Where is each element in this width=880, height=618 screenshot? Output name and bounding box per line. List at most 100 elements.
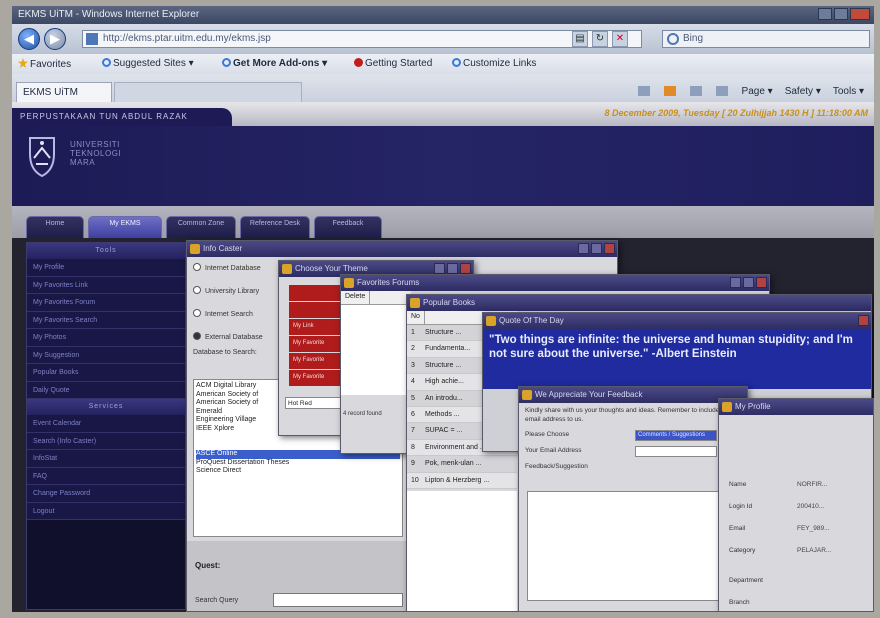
popular-books-titlebar[interactable]: Popular Books — [407, 295, 871, 311]
close-button[interactable] — [850, 8, 870, 20]
theme-button[interactable]: My Link — [289, 319, 347, 335]
profile-label: Branch — [729, 599, 750, 606]
minimize-button[interactable] — [730, 277, 741, 288]
close-button[interactable] — [460, 263, 471, 274]
delete-column[interactable]: Delete — [341, 291, 371, 304]
mail-icon[interactable] — [689, 86, 704, 98]
theme-button[interactable]: My Favorite — [289, 353, 347, 369]
forum-grid-header: Delete — [341, 291, 411, 305]
fav-suggested-sites[interactable]: Suggested Sites ▾ — [102, 58, 194, 69]
refresh-icon[interactable]: ↻ — [592, 31, 608, 47]
tab-ekms[interactable]: EKMS UiTM — [16, 82, 112, 102]
back-button[interactable]: ◀ — [18, 28, 40, 50]
radio-icon[interactable] — [193, 286, 201, 294]
search-input[interactable]: Bing — [662, 30, 870, 48]
radio-icon[interactable] — [193, 309, 201, 317]
radio-selected-icon[interactable] — [193, 332, 201, 340]
new-tab[interactable] — [114, 82, 302, 102]
sidebar-item-infostat[interactable]: InfoStat — [27, 450, 185, 468]
feedback-type-select[interactable]: Comments / Suggestions — [635, 430, 717, 441]
page-header-strip: PERPUSTAKAAN TUN ABDUL RAZAK 8 December … — [12, 102, 874, 126]
getting-started-icon — [354, 58, 363, 67]
window-icon — [344, 278, 354, 288]
no-column[interactable]: No — [407, 311, 425, 324]
feedback-titlebar[interactable]: We Appreciate Your Feedback — [519, 387, 747, 403]
tab-common-zone[interactable]: Common Zone — [166, 216, 236, 238]
tab-bar: EKMS UiTM Page ▾ Safety ▾ Tools ▾ — [12, 74, 874, 102]
profile-value: 200410... — [797, 503, 825, 510]
email-field[interactable] — [635, 446, 717, 457]
maximize-button[interactable] — [591, 243, 602, 254]
sidebar-item-my-profile[interactable]: My Profile — [27, 259, 185, 277]
sidebar-item-daily-quote[interactable]: Daily Quote — [27, 381, 185, 399]
sidebar-item-logout[interactable]: Logout — [27, 502, 185, 520]
stop-icon[interactable]: ✕ — [612, 31, 628, 47]
print-icon[interactable] — [715, 86, 730, 98]
compat-view-icon[interactable]: ▤ — [572, 31, 588, 47]
minimize-button[interactable] — [578, 243, 589, 254]
sidebar-item-favorites-forum[interactable]: My Favorites Forum — [27, 294, 185, 312]
safety-menu[interactable]: Safety ▾ — [785, 86, 821, 98]
page-menu[interactable]: Page ▾ — [742, 86, 773, 98]
sidebar-item-favorites-search[interactable]: My Favorites Search — [27, 311, 185, 329]
tab-reference-desk[interactable]: Reference Desk — [240, 216, 310, 238]
uni-line: TEKNOLOGI — [70, 149, 122, 158]
book-no: 7 — [411, 427, 415, 435]
window-icon — [282, 264, 292, 274]
maximize-button[interactable] — [834, 8, 848, 20]
maximize-button[interactable] — [743, 277, 754, 288]
feeds-icon[interactable] — [663, 86, 678, 98]
theme-button[interactable]: My Favorite — [289, 370, 347, 386]
db-item[interactable]: ProQuest Dissertation Theses — [196, 459, 400, 468]
tab-home[interactable]: Home — [26, 216, 84, 238]
theme-button[interactable] — [289, 285, 347, 301]
ie-icon — [452, 58, 461, 67]
window-title: Info Caster — [203, 244, 243, 253]
theme-select[interactable]: Hot Red — [285, 397, 345, 409]
search-query-input[interactable] — [273, 593, 403, 607]
sidebar-item-my-suggestion[interactable]: My Suggestion — [27, 346, 185, 364]
uni-line: MARA — [70, 158, 96, 167]
close-button[interactable] — [604, 243, 615, 254]
sidebar-item-my-photos[interactable]: My Photos — [27, 329, 185, 347]
maximize-button[interactable] — [447, 263, 458, 274]
close-button[interactable] — [756, 277, 767, 288]
sidebar-item-event-calendar[interactable]: Event Calendar — [27, 415, 185, 433]
favorites-forum-titlebar[interactable]: Favorites Forums — [341, 275, 769, 291]
sidebar-item-faq[interactable]: FAQ — [27, 467, 185, 485]
minimize-button[interactable] — [818, 8, 832, 20]
book-title: Environment and ... — [425, 443, 486, 451]
menu-tab-label: Common Zone — [177, 220, 225, 227]
profile-titlebar[interactable]: My Profile — [719, 399, 873, 415]
info-caster-titlebar[interactable]: Info Caster — [187, 241, 617, 257]
theme-button[interactable] — [289, 302, 347, 318]
theme-button[interactable]: My Favorite — [289, 336, 347, 352]
radio-icon[interactable] — [193, 263, 201, 271]
fav-addons[interactable]: Get More Add-ons ▾ — [222, 58, 327, 69]
menu-tab-label: Home — [45, 220, 65, 227]
feedback-textarea[interactable] — [527, 491, 719, 601]
fav-label: Getting Started — [365, 58, 433, 69]
sidebar-item-favorites-link[interactable]: My Favorites Link — [27, 276, 185, 294]
sidebar-item-change-password[interactable]: Change Password — [27, 485, 185, 503]
quote-titlebar[interactable]: Quote Of The Day — [483, 313, 871, 329]
home-icon[interactable] — [637, 86, 652, 98]
sidebar-item-search[interactable]: Search (Info Caster) — [27, 432, 185, 450]
favorites-button[interactable]: Favorites — [18, 58, 71, 70]
book-row[interactable]: 9 Pok, menk-ulan ... — [407, 456, 517, 473]
tab-my-ekms[interactable]: My EKMS — [88, 216, 162, 238]
fav-getting-started[interactable]: Getting Started — [354, 58, 432, 69]
close-button[interactable] — [858, 315, 869, 326]
sidebar-item-popular-books[interactable]: Popular Books — [27, 364, 185, 382]
tab-feedback[interactable]: Feedback — [314, 216, 382, 238]
search-icon — [667, 33, 679, 45]
window-icon — [410, 298, 420, 308]
minimize-button[interactable] — [434, 263, 445, 274]
book-row[interactable]: 10 Lipton & Herzberg ... — [407, 472, 517, 489]
forward-button[interactable]: ▶ — [44, 28, 66, 50]
db-item[interactable]: Science Direct — [196, 467, 400, 476]
fav-customize-links[interactable]: Customize Links — [452, 58, 536, 69]
address-input[interactable]: http://ekms.ptar.uitm.edu.my/ekms.jsp — [82, 30, 642, 48]
ie-icon — [102, 58, 111, 67]
tools-menu[interactable]: Tools ▾ — [833, 86, 864, 98]
